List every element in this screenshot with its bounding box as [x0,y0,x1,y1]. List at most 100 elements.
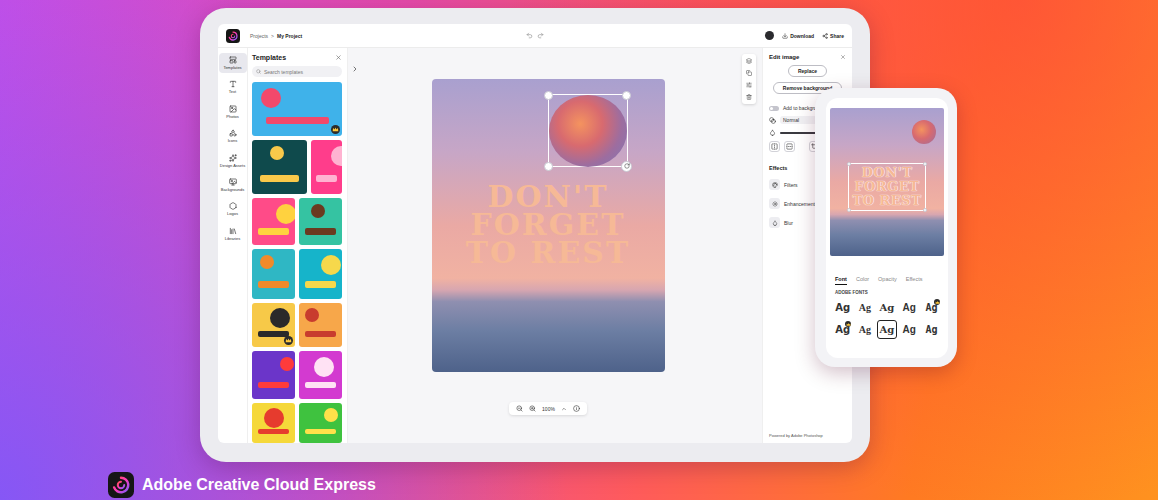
resize-handle[interactable] [923,162,927,166]
canvas-area: DON'TFORGETTO REST 100% [348,48,762,443]
phone-tab[interactable]: Effects [906,276,923,285]
rail-item[interactable]: Templates [219,53,247,73]
search-icon [256,69,261,74]
zoom-out-icon[interactable] [516,405,523,412]
phone-tab[interactable]: Color [856,276,869,285]
chevron-up-icon[interactable] [561,406,567,412]
phone-tab[interactable]: Opacity [878,276,897,285]
zoom-value[interactable]: 100% [542,406,555,412]
add-to-background-switch[interactable] [769,106,779,111]
download-icon [782,33,788,39]
edit-button[interactable]: Replace [788,65,827,77]
rail-item-icon [229,105,237,113]
adjust-icon[interactable] [746,82,752,88]
font-option[interactable]: Ag [855,320,874,339]
font-option[interactable]: Ag [877,320,896,339]
thumbnail-shape [305,281,335,288]
template-thumbnail[interactable] [311,140,342,194]
thumbnail-shape [305,382,335,389]
resize-handle[interactable] [847,208,851,212]
thumbnail-shape [331,146,342,166]
font-option[interactable]: Ag [922,298,941,317]
top-action-label: Share [830,33,844,39]
effect-label: Enhancements [784,201,817,207]
font-option[interactable]: Ag [833,298,852,317]
headline-text[interactable]: DON'TFORGETTO REST [466,183,631,267]
font-option[interactable]: Ag [877,298,896,317]
zoom-in-icon[interactable] [529,405,536,412]
duplicate-icon[interactable] [746,70,752,76]
flip-horizontal-button[interactable] [769,141,780,152]
template-thumbnail[interactable] [299,198,342,245]
close-icon[interactable] [335,54,342,61]
phone-design-preview[interactable]: DON'TFORGETTO REST [830,108,944,256]
top-action-button[interactable]: Download [782,33,814,39]
layers-icon[interactable] [746,58,752,64]
rail-item[interactable]: Backgrounds [219,175,247,195]
phone-tabs: Font Color Opacity Effects [830,276,944,285]
rail-item[interactable]: Photos [219,102,247,122]
template-thumbnail[interactable] [299,351,342,399]
effect-label: Filters [784,182,798,188]
rail-item-icon [229,80,237,88]
template-thumbnail[interactable] [252,140,307,194]
template-thumbnail[interactable] [252,82,342,136]
font-option[interactable]: Ag [855,298,874,317]
rail-item-label: Backgrounds [221,188,244,192]
rail-item[interactable]: Text [219,77,247,97]
templates-panel-header: Templates [252,54,342,61]
flip-vertical-button[interactable] [784,141,795,152]
template-thumbnail[interactable] [299,403,342,443]
effect-tile [769,198,780,209]
template-thumbnail[interactable] [299,303,342,347]
breadcrumb-separator: > [271,33,274,39]
thumbnail-shape [280,357,294,371]
font-option[interactable]: Ag [900,320,919,339]
rail-item[interactable]: Libraries [219,224,247,244]
rotate-handle[interactable] [621,161,632,172]
sticker[interactable] [548,94,628,167]
undo-icon[interactable] [526,32,533,39]
thumbnail-shape [266,117,329,125]
rail-item[interactable]: Icons [219,126,247,146]
template-row [252,403,342,443]
template-thumbnail[interactable] [252,198,295,245]
breadcrumb: Projects>My Project [250,33,302,39]
phone-tab[interactable]: Font [835,276,847,285]
breadcrumb-item[interactable]: My Project [277,33,302,39]
top-action-button[interactable]: Share [822,33,844,39]
rail-item-label: Libraries [225,237,240,241]
template-thumbnail[interactable] [252,351,295,399]
avatar[interactable] [765,31,774,40]
rail-item[interactable]: Design Assets [219,151,247,171]
resize-handle[interactable] [544,91,553,100]
edit-panel-title: Edit image [769,54,799,60]
premium-badge [284,336,293,345]
close-icon[interactable] [840,54,846,60]
breadcrumb-item[interactable]: Projects [250,33,268,39]
redo-icon[interactable] [537,32,544,39]
resize-handle[interactable] [923,208,927,212]
headline-line: FORGET [466,211,631,239]
top-bar-left: Projects>My Project [226,29,526,43]
font-option[interactable]: Ag [900,298,919,317]
trash-icon[interactable] [746,94,752,100]
font-option[interactable]: Ag [922,320,941,339]
zoom-bar: 100% [509,402,587,415]
app-logo-icon [226,29,240,43]
info-icon[interactable] [573,405,580,412]
resize-handle[interactable] [544,162,553,171]
design-card[interactable]: DON'TFORGETTO REST [432,79,665,372]
template-thumbnail[interactable] [252,303,295,347]
effect-tile [769,217,780,228]
template-thumbnail[interactable] [299,249,342,299]
template-search-field[interactable]: Search templates [252,66,342,77]
collapse-panel-button[interactable] [351,65,359,73]
phone-text-frame[interactable]: DON'TFORGETTO REST [848,163,927,211]
font-option[interactable]: Ag [833,320,852,339]
template-thumbnail[interactable] [252,249,295,299]
resize-handle[interactable] [622,91,631,100]
resize-handle[interactable] [847,162,851,166]
template-thumbnail[interactable] [252,403,295,443]
rail-item[interactable]: Logos [219,199,247,219]
